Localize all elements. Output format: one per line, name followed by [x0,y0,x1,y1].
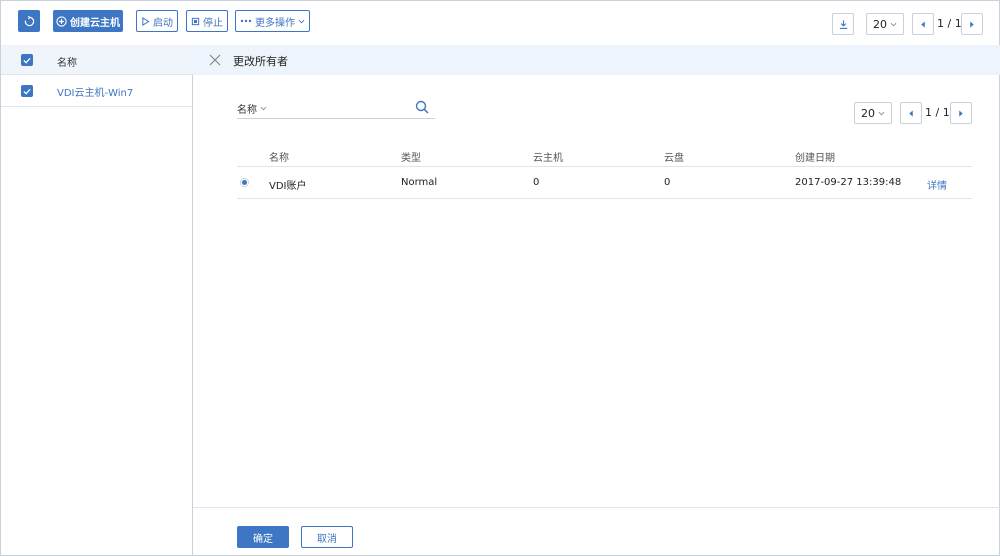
panel-page-size-select[interactable]: 20 [854,102,892,124]
next-page-button[interactable] [961,13,983,35]
cell-name: VDI账户 [269,181,307,192]
cell-created: 2017-09-27 13:39:48 [795,177,902,188]
caret-right-icon [970,20,974,28]
chevron-down-icon [260,106,267,111]
panel-page-size-value: 20 [861,106,875,120]
panel-page-info: 1 / 1 [925,106,950,119]
app-frame: 创建云主机 启动 停止 更多操作 20 1 / 1 名称 VDI云主机-Win7… [0,0,1000,556]
panel-title: 更改所有者 [233,55,288,68]
change-owner-panel: 更改所有者 名称 20 1 / 1 名称 类型 云主机 云盘 创建日期 VDI账… [193,45,1000,556]
table-row[interactable]: VDI账户 Normal 0 0 2017-09-27 13:39:48 详情 [237,167,972,199]
name-column-header: 名称 [57,58,77,69]
column-header-created: 创建日期 [795,153,835,164]
radio-selected-dot [242,180,247,185]
confirm-button[interactable]: 确定 [237,526,289,548]
column-header-disk: 云盘 [664,153,684,164]
panel-next-page-button[interactable] [950,102,972,124]
start-label: 启动 [153,17,173,29]
page-size-select[interactable]: 20 [866,13,904,35]
page-size-value: 20 [873,17,887,31]
row-radio[interactable] [240,178,249,187]
search-bar: 名称 [237,97,435,119]
column-header-vm: 云主机 [533,153,563,164]
start-button[interactable]: 启动 [136,10,178,32]
stop-button[interactable]: 停止 [186,10,228,32]
chevron-down-icon [878,111,885,115]
checkmark-icon [23,88,31,95]
more-dots-icon [240,19,252,23]
vm-list-panel: 名称 VDI云主机-Win7 [1,45,193,556]
vm-list-header: 名称 [1,45,193,75]
caret-left-icon [909,109,913,117]
row-checkbox[interactable] [21,85,33,97]
create-vm-button[interactable]: 创建云主机 [53,10,123,32]
refresh-button[interactable] [18,10,40,32]
play-icon [141,16,150,26]
search-field-select[interactable]: 名称 [237,101,267,116]
owner-table-header: 名称 类型 云主机 云盘 创建日期 [237,141,972,167]
caret-right-icon [959,109,963,117]
vm-list-row[interactable]: VDI云主机-Win7 [1,75,193,107]
search-field-label: 名称 [237,105,257,116]
cell-type: Normal [401,177,438,188]
cell-vm-count: 0 [533,177,540,188]
export-button[interactable] [832,13,854,35]
create-vm-label: 创建云主机 [70,17,120,29]
panel-footer: 确定 取消 [193,507,1000,556]
toolbar: 创建云主机 启动 停止 更多操作 20 1 / 1 [1,1,1000,45]
more-actions-label: 更多操作 [255,17,295,29]
search-input[interactable] [277,99,407,115]
select-all-checkbox[interactable] [21,54,33,66]
refresh-icon [24,15,34,26]
prev-page-button[interactable] [912,13,934,35]
chevron-down-icon [298,19,305,23]
page-info: 1 / 1 [937,17,962,30]
cell-disk-count: 0 [664,177,671,188]
download-icon [839,19,847,29]
details-link[interactable]: 详情 [927,177,947,192]
panel-header: 更改所有者 [193,45,1000,75]
chevron-down-icon [890,22,897,26]
close-icon[interactable] [209,54,221,66]
vm-name-link[interactable]: VDI云主机-Win7 [57,84,133,99]
column-header-name: 名称 [269,153,289,164]
cancel-button[interactable]: 取消 [301,526,353,548]
search-icon[interactable] [415,100,429,114]
checkmark-icon [23,57,31,64]
plus-circle-icon [56,15,67,27]
stop-label: 停止 [203,17,223,29]
stop-icon [191,17,200,26]
caret-left-icon [921,20,925,28]
column-header-type: 类型 [401,153,421,164]
panel-prev-page-button[interactable] [900,102,922,124]
more-actions-button[interactable]: 更多操作 [235,10,310,32]
